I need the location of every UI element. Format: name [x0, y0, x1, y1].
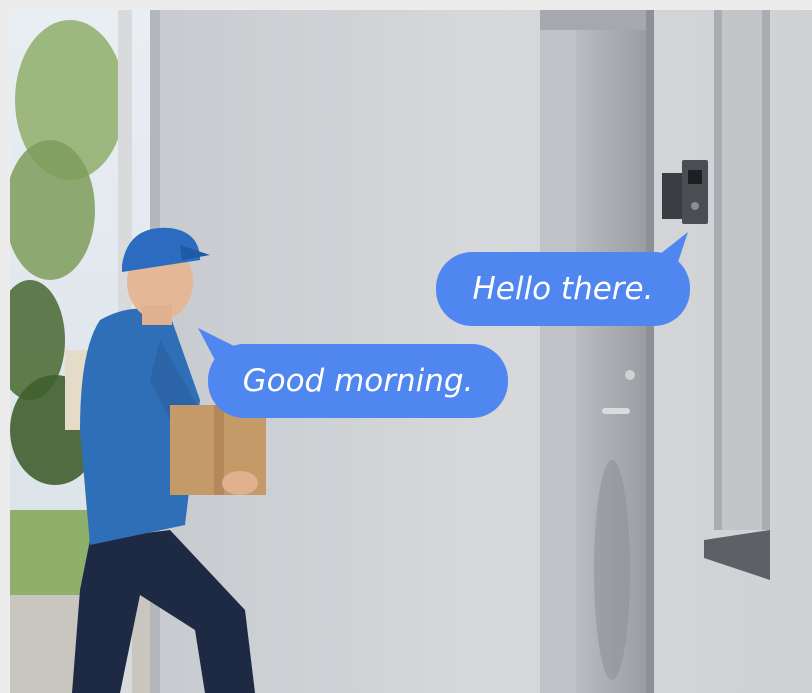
door-frame-right [646, 10, 654, 693]
doorbell-bubble-tail [650, 232, 688, 262]
courier-bubble-tail [198, 328, 238, 362]
courier-shadow [594, 460, 630, 680]
photo-frame: Hello there. Good morning. [10, 10, 812, 693]
door-frame-top [540, 10, 650, 30]
courier-speech-text: Good morning. [242, 363, 474, 399]
window-recess [722, 10, 762, 530]
door-handle [602, 408, 630, 414]
illustration-stage: Hello there. Good morning. [0, 0, 812, 693]
door-lock [625, 370, 635, 380]
courier-speech-bubble: Good morning. [208, 344, 508, 418]
doorbell-speech-bubble: Hello there. [436, 252, 690, 326]
doorbell-speech-text: Hello there. [472, 271, 654, 307]
door-frame-left [540, 10, 576, 693]
